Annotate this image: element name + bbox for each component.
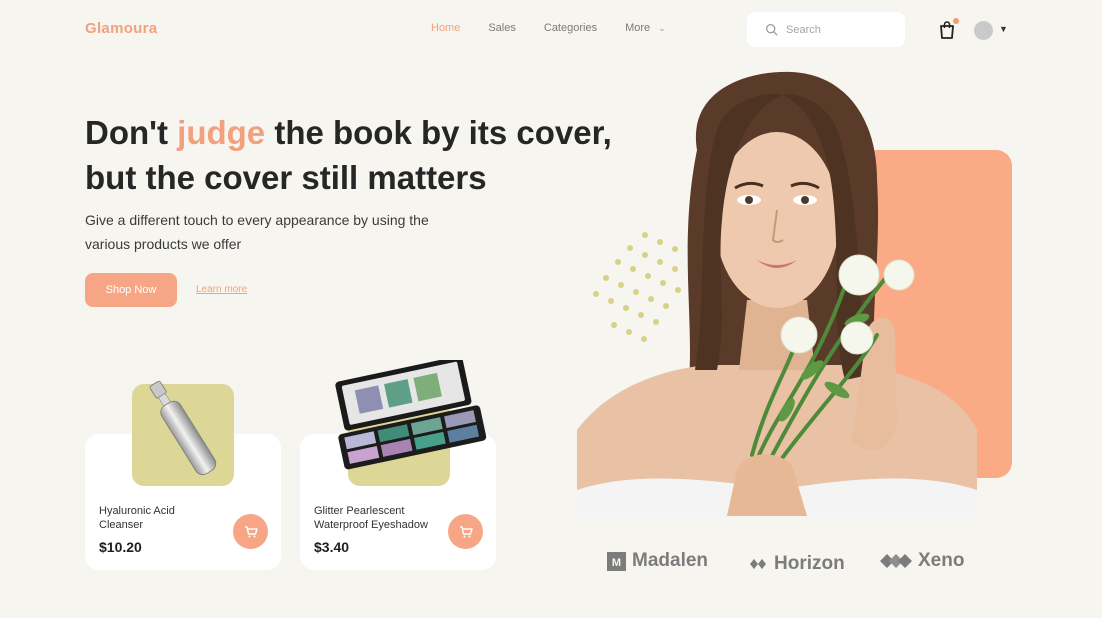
diamond-pair-icon [750,559,768,569]
brand-horizon: Horizon [750,553,845,575]
product-price: $3.40 [314,539,350,555]
hero-headline: Don't judge the book by its cover, but t… [85,110,645,200]
cart-notification-dot [953,18,959,24]
model-portrait-image [577,71,977,516]
nav-categories[interactable]: Categories [544,22,597,34]
search-box[interactable] [747,12,905,47]
nav-home[interactable]: Home [431,22,460,34]
brand-name: Xeno [918,550,965,571]
nav-more-label: More [625,22,651,34]
avatar[interactable] [974,21,993,40]
hero-subtext: Give a different touch to every appearan… [85,212,429,252]
brand-logo[interactable]: Glamoura [85,20,157,37]
add-to-cart-button[interactable] [448,514,483,549]
spray-bottle-image [149,380,217,476]
nav-sales-label: Sales [488,22,516,34]
triple-diamond-icon [880,554,912,568]
product-price: $10.20 [99,539,142,555]
shop-now-button[interactable]: Shop Now [85,273,177,307]
brand-name: Horizon [774,553,845,574]
main-nav: Home Sales Categories More ⌄ [431,22,694,34]
search-icon [765,23,778,36]
add-to-cart-button[interactable] [233,514,268,549]
nav-home-label: Home [431,22,461,34]
chevron-down-icon[interactable]: ▼ [999,24,1008,34]
eyeshadow-palette-image [335,360,487,470]
m-square-icon: M [607,551,626,571]
brand-name: Madalen [632,550,709,571]
cart-icon [459,525,473,537]
product-name: Glitter Pearlescent Waterproof Eyeshadow [314,505,428,531]
headline-text-start: Don't [85,114,178,151]
nav-categories-label: Categories [543,22,598,34]
nav-sales[interactable]: Sales [488,22,516,34]
nav-more[interactable]: More ⌄ [625,22,666,34]
product-name: Hyaluronic Acid Cleanser [99,505,175,531]
cart-icon [244,525,258,537]
headline-accent-word: judge [177,114,266,151]
brand-madalen: M Madalen [607,550,708,572]
learn-more-link[interactable]: Learn more [196,284,247,295]
chevron-down-icon: ⌄ [658,22,666,33]
brand-xeno: Xeno [880,550,964,572]
search-input[interactable] [786,23,896,36]
svg-text:M: M [612,557,621,569]
